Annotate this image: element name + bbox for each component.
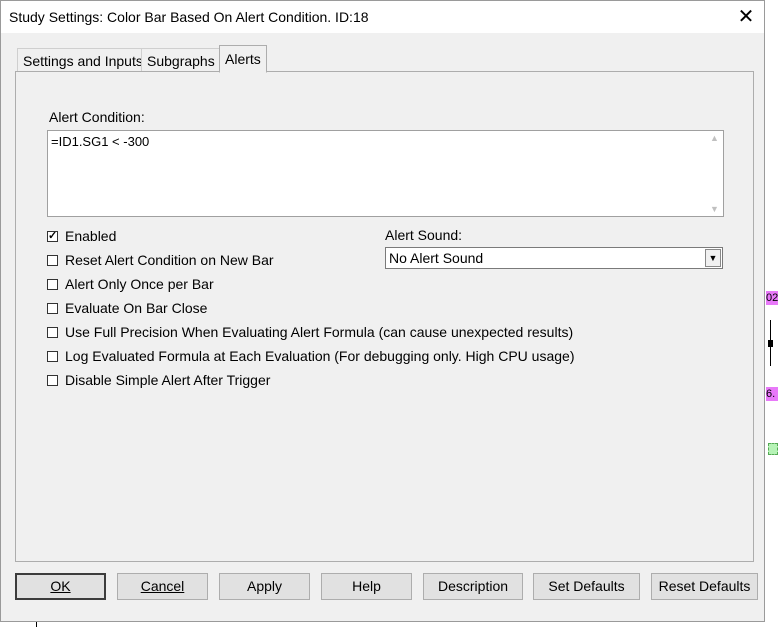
- checkbox-box[interactable]: ✓: [47, 231, 58, 242]
- study-settings-dialog: Study Settings: Color Bar Based On Alert…: [0, 0, 765, 622]
- window-title: Study Settings: Color Bar Based On Alert…: [9, 9, 369, 25]
- checkbox-box[interactable]: [47, 303, 58, 314]
- chevron-down-icon[interactable]: ▼: [705, 249, 721, 267]
- checkmark-icon: ✓: [48, 230, 58, 242]
- alert-condition-input[interactable]: =ID1.SG1 < -300 ▲ ▼: [47, 130, 724, 217]
- help-button[interactable]: Help: [321, 573, 412, 600]
- tab-label: Subgraphs: [147, 53, 215, 69]
- checkbox-label: Use Full Precision When Evaluating Alert…: [65, 324, 574, 340]
- alert-condition-label: Alert Condition:: [49, 109, 145, 125]
- chart-fragment-green: [768, 443, 778, 455]
- tab-settings-and-inputs[interactable]: Settings and Inputs: [17, 48, 149, 72]
- tab-label: Alerts: [225, 51, 261, 67]
- chart-fragment-text: 02: [766, 292, 778, 304]
- close-icon: ✕: [737, 6, 755, 28]
- cancel-button-label: Cancel: [140, 578, 185, 594]
- checkbox-box[interactable]: [47, 375, 58, 386]
- checkbox-label: Log Evaluated Formula at Each Evaluation…: [65, 348, 575, 364]
- title-bar: Study Settings: Color Bar Based On Alert…: [1, 1, 764, 33]
- set-defaults-button-label: Set Defaults: [548, 578, 625, 594]
- ok-button[interactable]: OK: [15, 573, 106, 600]
- description-button-label: Description: [437, 578, 509, 594]
- alert-sound-value: No Alert Sound: [389, 250, 484, 266]
- checkbox-label: Alert Only Once per Bar: [65, 276, 214, 292]
- alert-sound-select[interactable]: No Alert Sound ▼: [385, 247, 723, 269]
- description-button[interactable]: Description: [423, 573, 523, 600]
- apply-button[interactable]: Apply: [219, 573, 310, 600]
- cancel-button[interactable]: Cancel: [117, 573, 208, 600]
- checkbox-box[interactable]: [47, 255, 58, 266]
- set-defaults-button[interactable]: Set Defaults: [533, 573, 640, 600]
- chart-fragment-magenta-top: 02: [766, 291, 778, 305]
- ok-button-label: OK: [50, 578, 71, 594]
- checkbox-box[interactable]: [47, 279, 58, 290]
- checkbox-box[interactable]: [47, 351, 58, 362]
- tab-label: Settings and Inputs: [23, 53, 143, 69]
- chart-fragment-text: 6.: [766, 388, 776, 400]
- checkbox-label: Reset Alert Condition on New Bar: [65, 252, 274, 268]
- checkbox-label: Disable Simple Alert After Trigger: [65, 372, 271, 388]
- reset-defaults-button-label: Reset Defaults: [658, 578, 751, 594]
- apply-button-label: Apply: [246, 578, 283, 594]
- chart-fragment-candle-body: [768, 340, 773, 347]
- alert-sound-label: Alert Sound:: [385, 227, 463, 243]
- checkbox-box[interactable]: [47, 327, 58, 338]
- alert-condition-scrollbar[interactable]: ▲ ▼: [707, 131, 723, 216]
- checkbox-label: Evaluate On Bar Close: [65, 300, 208, 316]
- alert-condition-text: =ID1.SG1 < -300: [51, 134, 150, 149]
- tab-subgraphs[interactable]: Subgraphs: [141, 48, 221, 72]
- scroll-down-icon[interactable]: ▼: [710, 204, 719, 214]
- scroll-up-icon[interactable]: ▲: [710, 133, 719, 143]
- reset-defaults-button[interactable]: Reset Defaults: [651, 573, 758, 600]
- chart-fragment-magenta-bottom: 6.: [766, 387, 778, 401]
- tab-alerts[interactable]: Alerts: [219, 45, 267, 73]
- close-button[interactable]: ✕: [732, 3, 760, 31]
- help-button-label: Help: [352, 578, 381, 594]
- checkbox-label: Enabled: [65, 228, 117, 244]
